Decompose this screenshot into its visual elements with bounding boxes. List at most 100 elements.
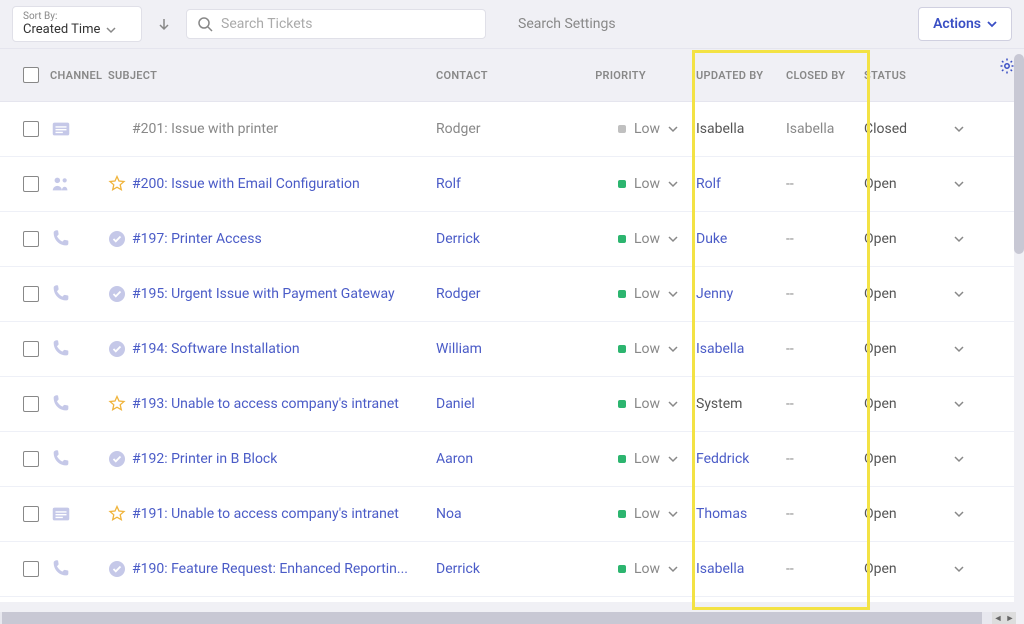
priority-cell[interactable]: Low: [574, 561, 696, 577]
status-cell[interactable]: Open: [864, 286, 964, 302]
chevron-down-icon: [106, 25, 116, 35]
contact-link[interactable]: Noa: [436, 506, 574, 522]
closed-by-value: --: [786, 451, 864, 467]
contact-link[interactable]: William: [436, 341, 574, 357]
table-row[interactable]: #197: Printer AccessDerrickLowDuke--Open: [0, 212, 1024, 267]
contact-link[interactable]: Derrick: [436, 231, 574, 247]
chevron-down-icon: [668, 564, 678, 574]
column-contact[interactable]: CONTACT: [436, 69, 574, 82]
priority-label: Low: [634, 561, 660, 577]
table-row[interactable]: #192: Printer in B Block Aaron Low Feddrick…: [0, 432, 1024, 487]
row-checkbox[interactable]: [23, 176, 39, 192]
row-checkbox[interactable]: [23, 121, 39, 137]
status-cell[interactable]: Open: [864, 506, 964, 522]
star-icon: [108, 175, 126, 193]
subject-link[interactable]: #191: Unable to access company's intrane…: [132, 506, 399, 522]
table-row[interactable]: #191: Unable to access company's intrane…: [0, 487, 1024, 542]
status-value: Open: [864, 451, 897, 467]
row-checkbox[interactable]: [23, 286, 39, 302]
table-row[interactable]: #194: Software Installation WilliamLowIsa…: [0, 322, 1024, 377]
status-cell[interactable]: Open: [864, 341, 964, 357]
subject-link[interactable]: #192: Printer in B Block: [132, 451, 277, 467]
contact-link[interactable]: Aaron: [436, 451, 574, 467]
search-settings-link[interactable]: Search Settings: [494, 16, 640, 32]
priority-label: Low: [634, 451, 660, 467]
priority-cell[interactable]: Low: [574, 341, 696, 357]
table-row[interactable]: #190: Feature Request: Enhanced Reportin…: [0, 542, 1024, 597]
updated-by-link[interactable]: Isabella: [696, 341, 786, 357]
status-cell[interactable]: Open: [864, 231, 964, 247]
updated-by-link[interactable]: Jenny: [696, 286, 786, 302]
table-row[interactable]: #200: Issue with Email Configuration Rolf…: [0, 157, 1024, 212]
subject-link[interactable]: #200: Issue with Email Configuration: [132, 176, 360, 192]
actions-button[interactable]: Actions: [918, 7, 1012, 41]
sort-by-label: Sort By:: [23, 11, 131, 22]
updated-by-link[interactable]: Isabella: [696, 561, 786, 577]
priority-cell[interactable]: Low: [574, 451, 696, 467]
status-cell[interactable]: Open: [864, 396, 964, 412]
column-channel[interactable]: CHANNEL: [50, 69, 108, 82]
priority-cell[interactable]: Low: [574, 506, 696, 522]
subject-link[interactable]: #193: Unable to access company's intrane…: [132, 396, 399, 412]
contact-link[interactable]: Derrick: [436, 561, 574, 577]
contact-link[interactable]: Rodger: [436, 286, 574, 302]
status-cell[interactable]: Open: [864, 451, 964, 467]
subject-cell: #197: Printer Access: [108, 230, 436, 248]
status-cell[interactable]: Open: [864, 176, 964, 192]
subject-link[interactable]: #194: Software Installation: [132, 341, 300, 357]
status-value: Closed: [864, 121, 907, 137]
status-cell[interactable]: Closed: [864, 121, 964, 137]
priority-cell[interactable]: Low: [574, 121, 696, 137]
priority-cell[interactable]: Low: [574, 396, 696, 412]
updated-by-link[interactable]: Feddrick: [696, 451, 786, 467]
row-checkbox[interactable]: [23, 451, 39, 467]
table-row[interactable]: #189: Network IssueDerrickLowJenny--Open: [0, 597, 1024, 602]
sort-dropdown[interactable]: Sort By: Created Time: [12, 6, 142, 42]
subject-link[interactable]: #201: Issue with printer: [132, 121, 278, 137]
updated-by-link[interactable]: Duke: [696, 231, 786, 247]
priority-cell[interactable]: Low: [574, 231, 696, 247]
chevron-down-icon: [668, 344, 678, 354]
table-row[interactable]: #195: Urgent Issue with Payment Gateway R…: [0, 267, 1024, 322]
vertical-scrollbar[interactable]: [1014, 52, 1024, 612]
updated-by-link[interactable]: Thomas: [696, 506, 786, 522]
contact-link[interactable]: Rodger: [436, 121, 574, 137]
search-box[interactable]: [186, 9, 486, 39]
priority-label: Low: [634, 121, 660, 137]
table-row[interactable]: #193: Unable to access company's intrane…: [0, 377, 1024, 432]
table-row[interactable]: #201: Issue with printerRodgerLowIsabell…: [0, 102, 1024, 157]
row-checkbox[interactable]: [23, 396, 39, 412]
contact-link[interactable]: Rolf: [436, 176, 574, 192]
row-checkbox[interactable]: [23, 561, 39, 577]
column-closed-by[interactable]: CLOSED BY: [786, 69, 864, 82]
column-subject[interactable]: SUBJECT: [108, 69, 436, 82]
chevron-down-icon: [668, 289, 678, 299]
updated-by-link[interactable]: Rolf: [696, 176, 786, 192]
subject-link[interactable]: #190: Feature Request: Enhanced Reportin…: [132, 561, 408, 577]
subject-link[interactable]: #197: Printer Access: [132, 231, 262, 247]
priority-cell[interactable]: Low: [574, 176, 696, 192]
subject-cell: #190: Feature Request: Enhanced Reportin…: [108, 560, 436, 578]
row-checkbox[interactable]: [23, 506, 39, 522]
row-checkbox[interactable]: [23, 231, 39, 247]
sort-direction-button[interactable]: [150, 10, 178, 38]
chevron-down-icon: [954, 454, 964, 464]
updated-by-link: System: [696, 396, 786, 412]
column-status[interactable]: STATUS: [864, 69, 964, 82]
column-priority[interactable]: PRIORITY: [574, 69, 696, 82]
priority-cell[interactable]: Low: [574, 286, 696, 302]
chevron-down-icon: [954, 179, 964, 189]
closed-by-value: --: [786, 561, 864, 577]
priority-label: Low: [634, 506, 660, 522]
select-all-checkbox[interactable]: [23, 67, 39, 83]
chevron-down-icon: [668, 179, 678, 189]
scroll-right-icon[interactable]: ►: [1004, 612, 1016, 624]
status-cell[interactable]: Open: [864, 561, 964, 577]
column-updated-by[interactable]: UPDATED BY: [696, 69, 786, 82]
horizontal-scrollbar[interactable]: ◄ ►: [0, 612, 1016, 624]
contact-link[interactable]: Daniel: [436, 396, 574, 412]
search-input[interactable]: [221, 16, 475, 32]
subject-link[interactable]: #195: Urgent Issue with Payment Gateway: [132, 286, 395, 302]
row-checkbox[interactable]: [23, 341, 39, 357]
scroll-left-icon[interactable]: ◄: [992, 612, 1004, 624]
